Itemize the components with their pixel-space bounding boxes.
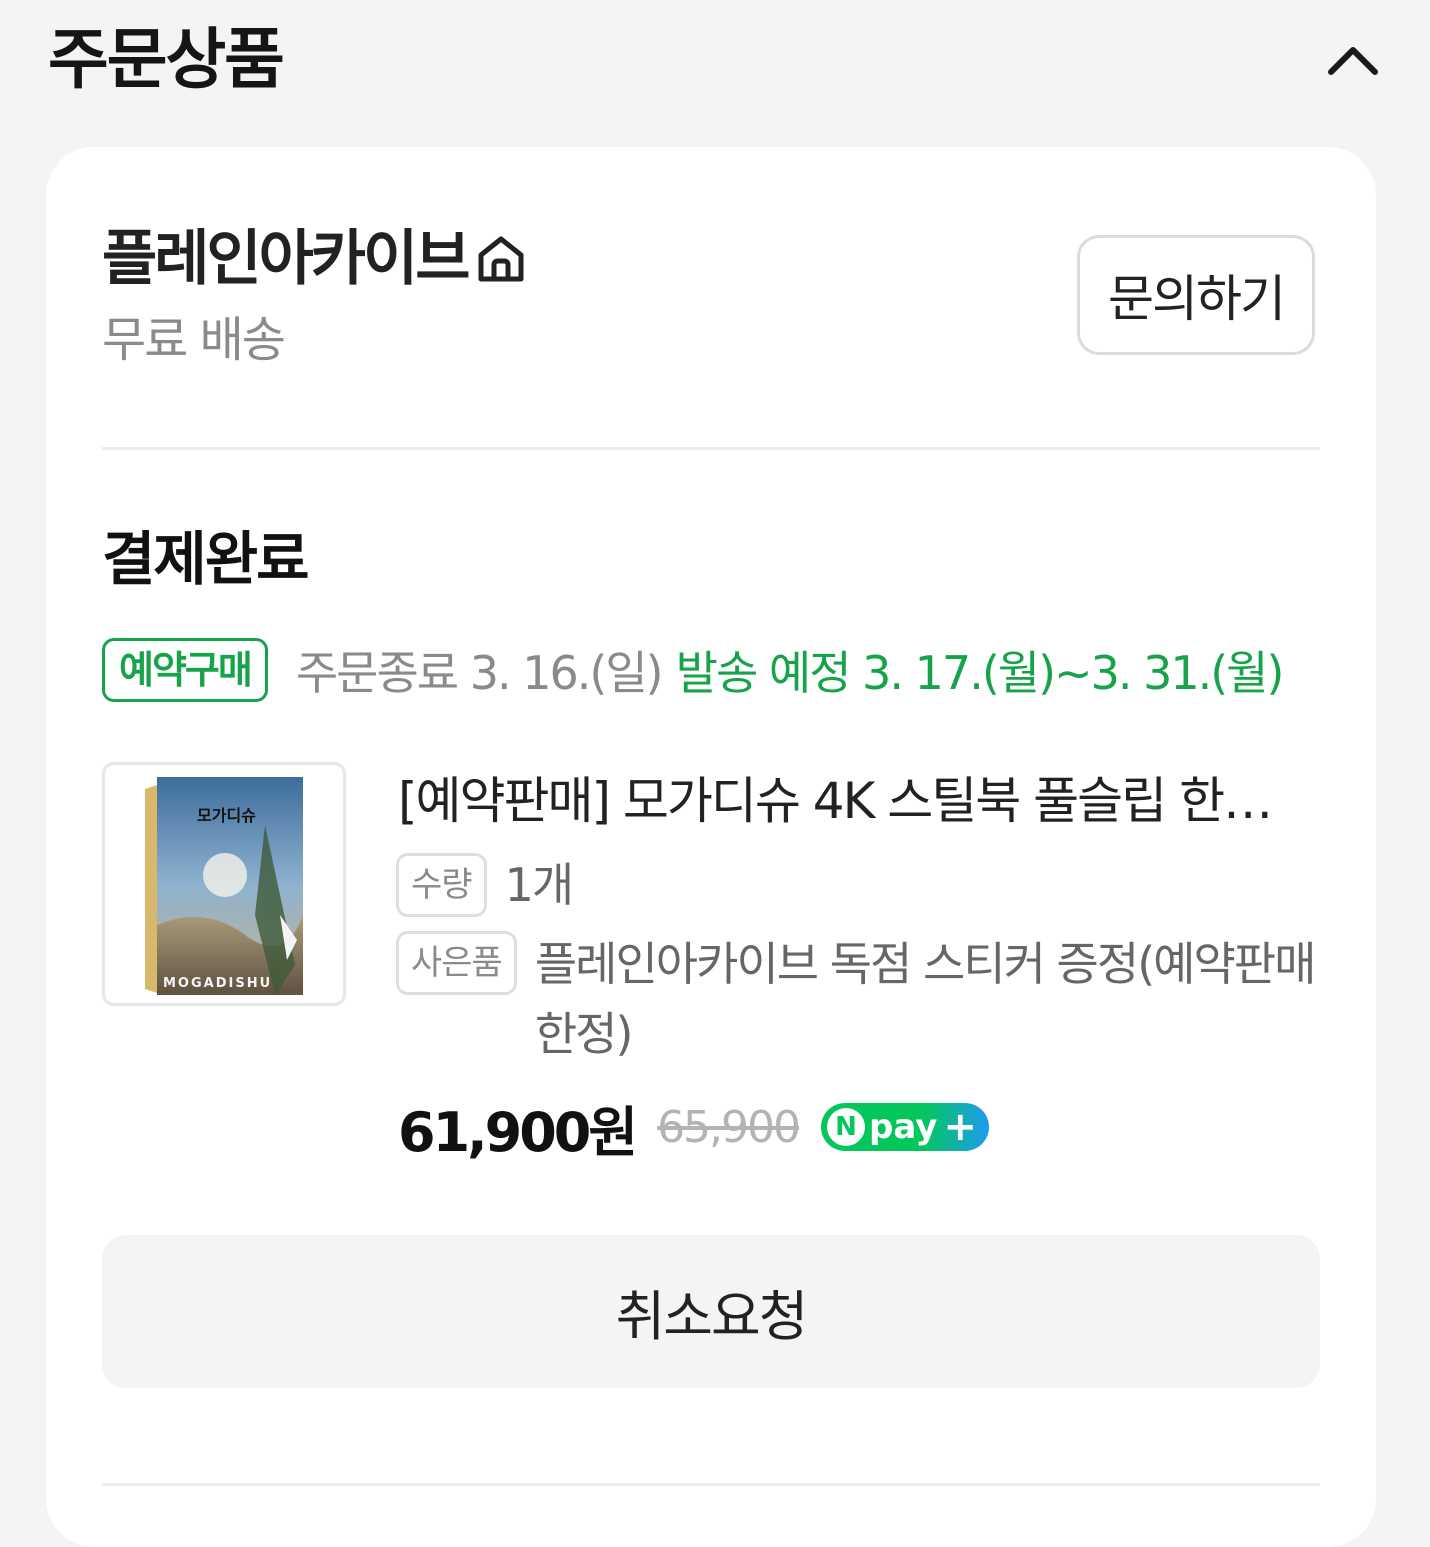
order-card: 플레인아카이브 무료 배송 문의하기 결제완료 예약구매 주문종료 3. 16.… [46, 147, 1376, 1547]
divider [102, 447, 1320, 450]
chevron-up-icon [1328, 47, 1378, 75]
quantity-row: 수량 1개 [396, 853, 575, 919]
store-home-icon[interactable] [475, 233, 527, 285]
preorder-badge: 예약구매 [102, 638, 268, 702]
ship-schedule: 발송 예정 3. 17.(월)~3. 31.(월) [675, 646, 1285, 700]
cancel-request-button[interactable]: 취소요청 [102, 1235, 1320, 1388]
npay-n-icon: N [827, 1108, 866, 1146]
quantity-value: 1개 [504, 858, 575, 912]
price-current: 61,900원 [398, 1100, 638, 1164]
inquiry-button[interactable]: 문의하기 [1077, 235, 1315, 355]
price-original: 65,900 [657, 1101, 801, 1153]
npay-text: pay [869, 1107, 938, 1147]
seller-row[interactable]: 플레인아카이브 [102, 219, 527, 299]
section-header: 주문상품 [48, 18, 1383, 102]
product-thumbnail[interactable]: 모가디슈 MOGADISHU [102, 762, 346, 1006]
divider-bottom [102, 1483, 1320, 1486]
npay-plus-badge: N pay + [821, 1103, 990, 1151]
product-title[interactable]: [예약판매] 모가디슈 4K 스틸북 풀슬립 한정… [398, 767, 1308, 835]
price-row: 61,900원 65,900 N pay + [398, 1092, 990, 1164]
preorder-info: 예약구매 주문종료 3. 16.(일) 발송 예정 3. 17.(월)~3. 3… [102, 635, 1285, 705]
seller-name[interactable]: 플레인아카이브 [102, 219, 470, 299]
section-title: 주문상품 [48, 21, 285, 98]
shipping-info: 무료 배송 [102, 312, 286, 368]
gift-row: 사은품 플레인아카이브 독점 스티커 증정(예약판매 한정) [396, 931, 1325, 1069]
thumb-title: 모가디슈 [197, 806, 256, 825]
plus-icon: + [943, 1104, 977, 1150]
collapse-button[interactable] [1323, 30, 1383, 90]
gift-label: 사은품 [396, 931, 517, 995]
gift-value: 플레인아카이브 독점 스티커 증정(예약판매 한정) [534, 937, 1317, 1061]
thumb-subtitle: MOGADISHU [163, 976, 272, 991]
order-status: 결제완료 [102, 525, 309, 593]
quantity-label: 수량 [396, 853, 487, 917]
order-end-date: 주문종료 3. 16.(일) [295, 646, 664, 700]
